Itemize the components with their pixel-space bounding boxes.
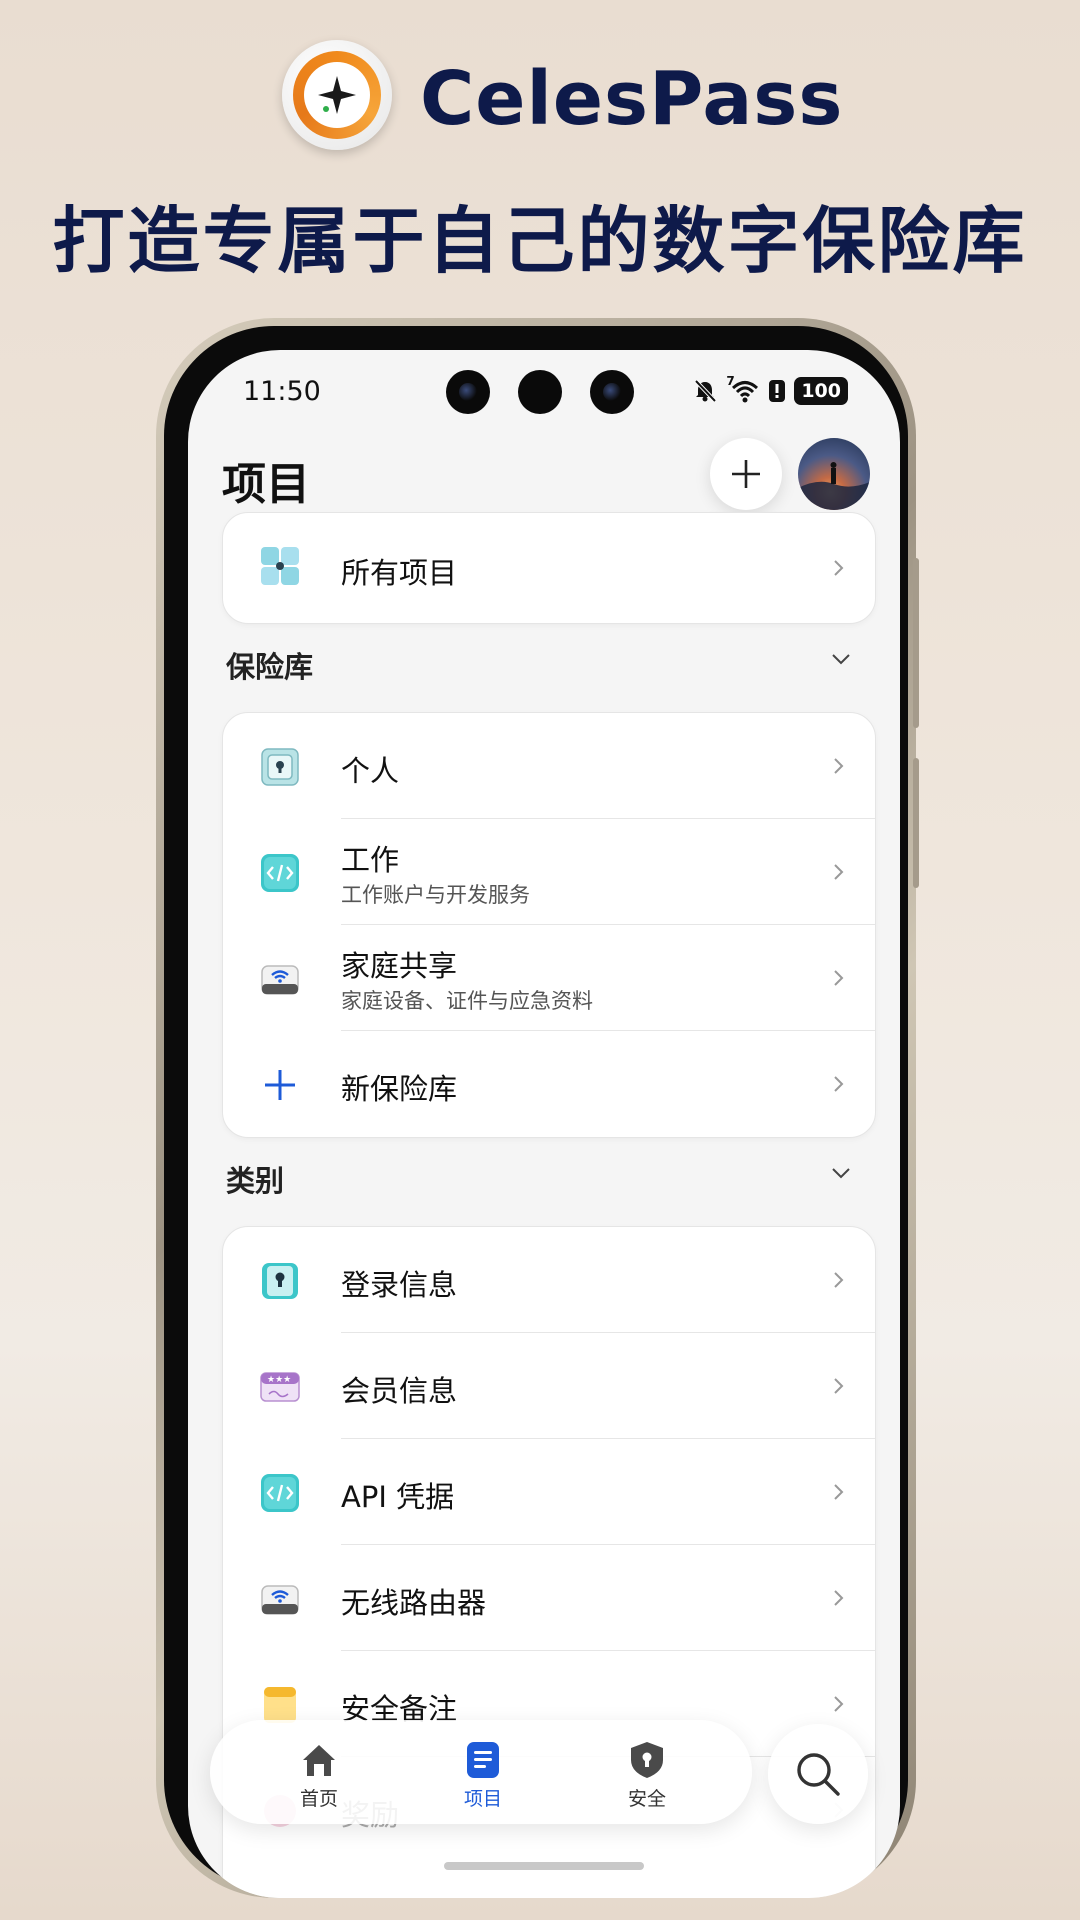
router-icon <box>261 965 299 995</box>
membership-card-icon: ★★★ <box>260 1372 300 1402</box>
grid-icon <box>261 547 299 585</box>
chevron-down-icon[interactable] <box>828 1160 854 1186</box>
bell-muted-icon <box>694 379 717 403</box>
document-list-icon <box>467 1742 499 1778</box>
svg-text:★★★: ★★★ <box>267 1375 291 1385</box>
avatar[interactable] <box>798 438 870 510</box>
tab-home[interactable]: 首页 <box>264 1734 374 1814</box>
tab-label: 首页 <box>299 1788 338 1810</box>
chevron-right-icon <box>834 1378 844 1394</box>
all-items-card: 所有项目 <box>222 512 876 624</box>
chevron-right-icon <box>834 1696 844 1712</box>
vault-item-work[interactable]: 工作 工作账户与开发服务 <box>223 819 875 925</box>
promo-headline: 打造专属于自己的数字保险库 <box>52 199 1028 283</box>
vaults-heading: 保险库 <box>226 650 314 684</box>
chevron-right-icon <box>834 1484 844 1500</box>
chevron-right-icon <box>834 560 844 576</box>
chevron-right-icon <box>834 970 844 986</box>
add-item-button[interactable] <box>710 438 782 510</box>
category-item-logins[interactable]: 登录信息 <box>223 1227 875 1333</box>
code-icon <box>261 854 299 892</box>
vault-description: 家庭设备、证件与应急资料 <box>341 989 593 1013</box>
tab-label: 安全 <box>627 1788 666 1810</box>
brand-name: CelesPass <box>420 56 844 142</box>
new-vault-button[interactable]: 新保险库 <box>223 1031 875 1137</box>
search-icon <box>797 1753 840 1796</box>
status-bar: 11:50 7 100 <box>188 350 900 420</box>
chevron-right-icon <box>834 758 844 774</box>
home-icon <box>303 1745 335 1776</box>
category-label: 会员信息 <box>341 1374 458 1408</box>
vault-label: 个人 <box>341 754 400 788</box>
promo-header: CelesPass 打造专属于自己的数字保险库 <box>0 0 1080 300</box>
safe-icon <box>261 748 299 786</box>
chevron-right-icon <box>834 1590 844 1606</box>
chevron-right-icon <box>834 1272 844 1288</box>
category-item-memberships[interactable]: ★★★ 会员信息 <box>223 1333 875 1439</box>
vault-label: 工作 <box>341 843 400 877</box>
bottom-tab-bar: 首页 项目 安全 <box>210 1720 752 1824</box>
categories-heading: 类别 <box>226 1164 285 1198</box>
alert-icon <box>769 380 786 402</box>
keyhole-icon <box>262 1263 298 1299</box>
vaults-card: 个人 工作 工作账户与开发服务 家庭共享 家庭设备、证件与应急资料 新保险库 <box>222 712 876 1138</box>
vault-label: 家庭共享 <box>341 949 458 983</box>
camera-icon <box>590 370 634 414</box>
battery-indicator: 100 <box>794 377 848 405</box>
search-button[interactable] <box>768 1724 868 1824</box>
chevron-right-icon <box>834 864 844 880</box>
plus-icon <box>265 1070 295 1100</box>
plus-icon <box>732 460 760 488</box>
shield-lock-icon <box>631 1742 663 1778</box>
category-item-api[interactable]: API 凭据 <box>223 1439 875 1545</box>
category-label: API 凭据 <box>341 1480 455 1514</box>
status-time: 11:50 <box>243 376 321 407</box>
tab-label: 项目 <box>463 1788 502 1810</box>
category-item-router[interactable]: 无线路由器 <box>223 1545 875 1651</box>
camera-icon <box>446 370 490 414</box>
tab-security[interactable]: 安全 <box>592 1734 702 1814</box>
sparkle-icon <box>318 76 356 114</box>
camera-icon <box>518 370 562 414</box>
category-label: 无线路由器 <box>341 1586 487 1620</box>
app-logo <box>282 40 392 150</box>
wifi-icon: 7 <box>726 374 760 404</box>
code-icon <box>261 1474 299 1512</box>
router-icon <box>261 1585 299 1615</box>
vault-label: 新保险库 <box>341 1072 458 1106</box>
chevron-right-icon <box>834 1076 844 1092</box>
all-items-label: 所有项目 <box>341 556 458 590</box>
phone-frame: 11:50 7 100 项目 所有项目 保险库 个人 工作 工作账户与开发服务 … <box>156 318 919 1898</box>
tab-items[interactable]: 项目 <box>428 1734 538 1814</box>
vault-item-personal[interactable]: 个人 <box>223 713 875 819</box>
vault-description: 工作账户与开发服务 <box>341 883 530 907</box>
vault-item-family[interactable]: 家庭共享 家庭设备、证件与应急资料 <box>223 925 875 1031</box>
home-indicator[interactable] <box>444 1862 644 1870</box>
all-items-row[interactable]: 所有项目 <box>223 513 875 623</box>
app-screen: 11:50 7 100 项目 所有项目 保险库 个人 工作 工作账户与开发服务 … <box>188 350 900 1898</box>
category-label: 登录信息 <box>341 1268 458 1302</box>
page-title: 项目 <box>222 459 310 510</box>
chevron-down-icon[interactable] <box>828 646 854 672</box>
